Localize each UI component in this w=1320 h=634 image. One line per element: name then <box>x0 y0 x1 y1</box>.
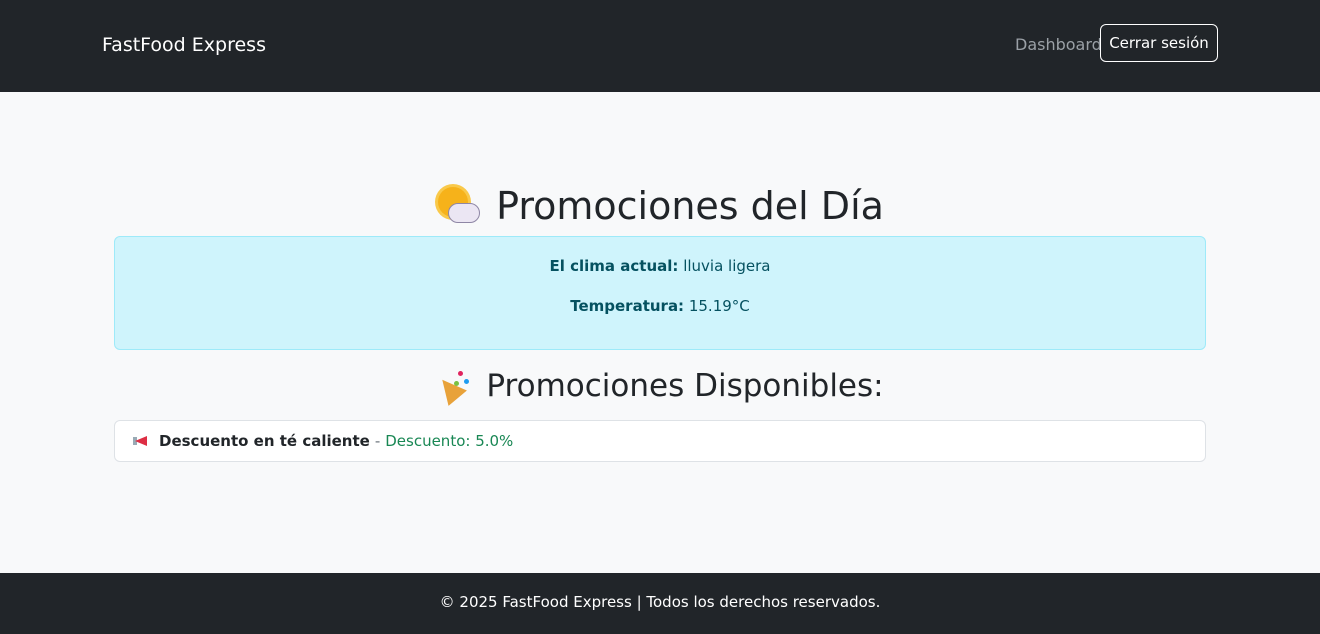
dashboard-link[interactable]: Dashboard <box>1015 33 1102 57</box>
navbar: FastFood Express Dashboard Cerrar sesión <box>0 0 1320 92</box>
megaphone-icon <box>133 434 151 448</box>
footer: © 2025 FastFood Express | Todos los dere… <box>0 573 1320 634</box>
promotion-name: Descuento en té caliente <box>159 432 370 450</box>
promotion-list-item: Descuento en té caliente - Descuento: 5.… <box>114 420 1206 462</box>
promotions-title-text: Promociones Disponibles: <box>486 368 884 404</box>
promotion-separator: - <box>374 432 381 450</box>
weather-temperature: Temperatura: 15.19°C <box>115 295 1205 317</box>
weather-condition: El clima actual: lluvia ligera <box>115 255 1205 277</box>
page-title-text: Promociones del Día <box>496 184 884 228</box>
promotion-discount: Descuento: 5.0% <box>385 432 514 450</box>
weather-temperature-value: 15.19°C <box>688 297 750 315</box>
promotions-title: Promociones Disponibles: <box>0 364 1320 408</box>
page: FastFood Express Dashboard Cerrar sesión… <box>0 0 1320 634</box>
weather-condition-value: lluvia ligera <box>683 257 771 275</box>
footer-text: © 2025 FastFood Express | Todos los dere… <box>439 593 881 611</box>
party-popper-icon <box>433 369 472 406</box>
weather-temperature-label: Temperatura: <box>570 297 685 315</box>
brand-link[interactable]: FastFood Express <box>102 32 266 58</box>
weather-info-box: El clima actual: lluvia ligera Temperatu… <box>114 236 1206 350</box>
page-title: Promociones del Día <box>0 180 1320 232</box>
weather-condition-label: El clima actual: <box>549 257 679 275</box>
sun-behind-cloud-icon <box>436 185 482 227</box>
logout-button[interactable]: Cerrar sesión <box>1100 24 1218 62</box>
